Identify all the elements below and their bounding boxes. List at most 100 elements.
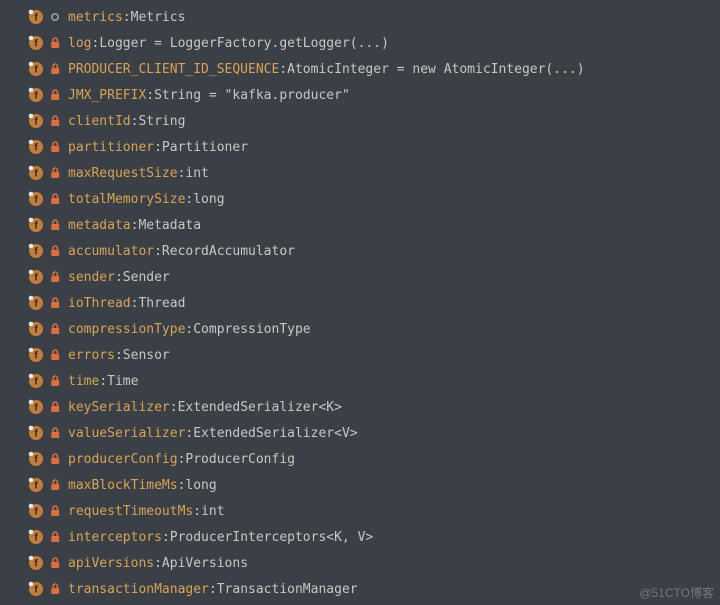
field-row[interactable]: f valueSerializer: ExtendedSerializer<V> bbox=[0, 420, 720, 446]
field-row[interactable]: f producerConfig: ProducerConfig bbox=[0, 446, 720, 472]
field-row[interactable]: f time: Time bbox=[0, 368, 720, 394]
field-icon: f bbox=[28, 61, 44, 77]
separator: : bbox=[91, 36, 99, 51]
field-name: JMX_PREFIX bbox=[68, 88, 146, 103]
private-lock-icon bbox=[48, 115, 62, 127]
field-icon: f bbox=[28, 269, 44, 285]
field-type: ProducerConfig bbox=[185, 452, 295, 467]
field-row[interactable]: f partitioner: Partitioner bbox=[0, 134, 720, 160]
field-type: int bbox=[201, 504, 224, 519]
private-lock-icon bbox=[48, 453, 62, 465]
separator: : bbox=[123, 10, 131, 25]
field-icon: f bbox=[28, 113, 44, 129]
separator: : bbox=[170, 400, 178, 415]
separator: : bbox=[193, 504, 201, 519]
field-name: errors bbox=[68, 348, 115, 363]
field-icon: f bbox=[28, 191, 44, 207]
private-lock-icon bbox=[48, 583, 62, 595]
separator: : bbox=[154, 140, 162, 155]
field-row[interactable]: f clientId: String bbox=[0, 108, 720, 134]
field-row[interactable]: f metrics: Metrics bbox=[0, 4, 720, 30]
field-row[interactable]: f accumulator: RecordAccumulator bbox=[0, 238, 720, 264]
field-icon: f bbox=[28, 165, 44, 181]
field-type: Metrics bbox=[131, 10, 186, 25]
private-lock-icon bbox=[48, 89, 62, 101]
separator: : bbox=[115, 348, 123, 363]
field-type: String = "kafka.producer" bbox=[154, 88, 350, 103]
field-row[interactable]: f PRODUCER_CLIENT_ID_SEQUENCE: AtomicInt… bbox=[0, 56, 720, 82]
field-type: int bbox=[185, 166, 208, 181]
field-name: ioThread bbox=[68, 296, 131, 311]
field-row[interactable]: f interceptors: ProducerInterceptors<K, … bbox=[0, 524, 720, 550]
field-name: apiVersions bbox=[68, 556, 154, 571]
field-type: Sensor bbox=[123, 348, 170, 363]
separator: : bbox=[178, 452, 186, 467]
field-icon: f bbox=[28, 477, 44, 493]
field-type: RecordAccumulator bbox=[162, 244, 295, 259]
separator: : bbox=[178, 166, 186, 181]
field-type: ExtendedSerializer<K> bbox=[178, 400, 342, 415]
field-type: AtomicInteger = new AtomicInteger(...) bbox=[287, 62, 584, 77]
field-row[interactable]: f JMX_PREFIX: String = "kafka.producer" bbox=[0, 82, 720, 108]
field-type: long bbox=[193, 192, 224, 207]
field-type: Logger = LoggerFactory.getLogger(...) bbox=[99, 36, 389, 51]
field-row[interactable]: f maxBlockTimeMs: long bbox=[0, 472, 720, 498]
field-row[interactable]: f keySerializer: ExtendedSerializer<K> bbox=[0, 394, 720, 420]
private-lock-icon bbox=[48, 297, 62, 309]
field-icon: f bbox=[28, 347, 44, 363]
field-name: metadata bbox=[68, 218, 131, 233]
separator: : bbox=[162, 530, 170, 545]
field-name: maxBlockTimeMs bbox=[68, 478, 178, 493]
private-lock-icon bbox=[48, 375, 62, 387]
field-row[interactable]: f totalMemorySize: long bbox=[0, 186, 720, 212]
package-visibility-icon bbox=[48, 12, 62, 22]
private-lock-icon bbox=[48, 141, 62, 153]
separator: : bbox=[146, 88, 154, 103]
field-name: PRODUCER_CLIENT_ID_SEQUENCE bbox=[68, 62, 279, 77]
field-icon: f bbox=[28, 581, 44, 597]
field-name: maxRequestSize bbox=[68, 166, 178, 181]
field-name: transactionManager bbox=[68, 582, 209, 597]
field-row[interactable]: f requestTimeoutMs: int bbox=[0, 498, 720, 524]
field-icon: f bbox=[28, 373, 44, 389]
field-type: Sender bbox=[123, 270, 170, 285]
field-row[interactable]: f metadata: Metadata bbox=[0, 212, 720, 238]
separator: : bbox=[154, 244, 162, 259]
separator: : bbox=[154, 556, 162, 571]
field-name: keySerializer bbox=[68, 400, 170, 415]
field-row[interactable]: f errors: Sensor bbox=[0, 342, 720, 368]
private-lock-icon bbox=[48, 271, 62, 283]
field-icon: f bbox=[28, 9, 44, 25]
field-icon: f bbox=[28, 295, 44, 311]
separator: : bbox=[115, 270, 123, 285]
field-row[interactable]: f ioThread: Thread bbox=[0, 290, 720, 316]
field-name: compressionType bbox=[68, 322, 185, 337]
private-lock-icon bbox=[48, 349, 62, 361]
field-name: clientId bbox=[68, 114, 131, 129]
field-type: Metadata bbox=[138, 218, 201, 233]
field-name: interceptors bbox=[68, 530, 162, 545]
field-name: producerConfig bbox=[68, 452, 178, 467]
field-row[interactable]: f sender: Sender bbox=[0, 264, 720, 290]
field-icon: f bbox=[28, 321, 44, 337]
field-icon: f bbox=[28, 555, 44, 571]
field-name: requestTimeoutMs bbox=[68, 504, 193, 519]
field-row[interactable]: f compressionType: CompressionType bbox=[0, 316, 720, 342]
separator: : bbox=[131, 114, 139, 129]
private-lock-icon bbox=[48, 427, 62, 439]
field-row[interactable]: f log: Logger = LoggerFactory.getLogger(… bbox=[0, 30, 720, 56]
field-icon: f bbox=[28, 425, 44, 441]
field-row[interactable]: f apiVersions: ApiVersions bbox=[0, 550, 720, 576]
field-icon: f bbox=[28, 451, 44, 467]
field-icon: f bbox=[28, 529, 44, 545]
field-name: accumulator bbox=[68, 244, 154, 259]
private-lock-icon bbox=[48, 37, 62, 49]
private-lock-icon bbox=[48, 531, 62, 543]
field-type: Time bbox=[107, 374, 138, 389]
field-icon: f bbox=[28, 243, 44, 259]
separator: : bbox=[185, 322, 193, 337]
field-row[interactable]: f transactionManager: TransactionManager bbox=[0, 576, 720, 602]
field-name: log bbox=[68, 36, 91, 51]
field-row[interactable]: f maxRequestSize: int bbox=[0, 160, 720, 186]
field-type: Thread bbox=[138, 296, 185, 311]
